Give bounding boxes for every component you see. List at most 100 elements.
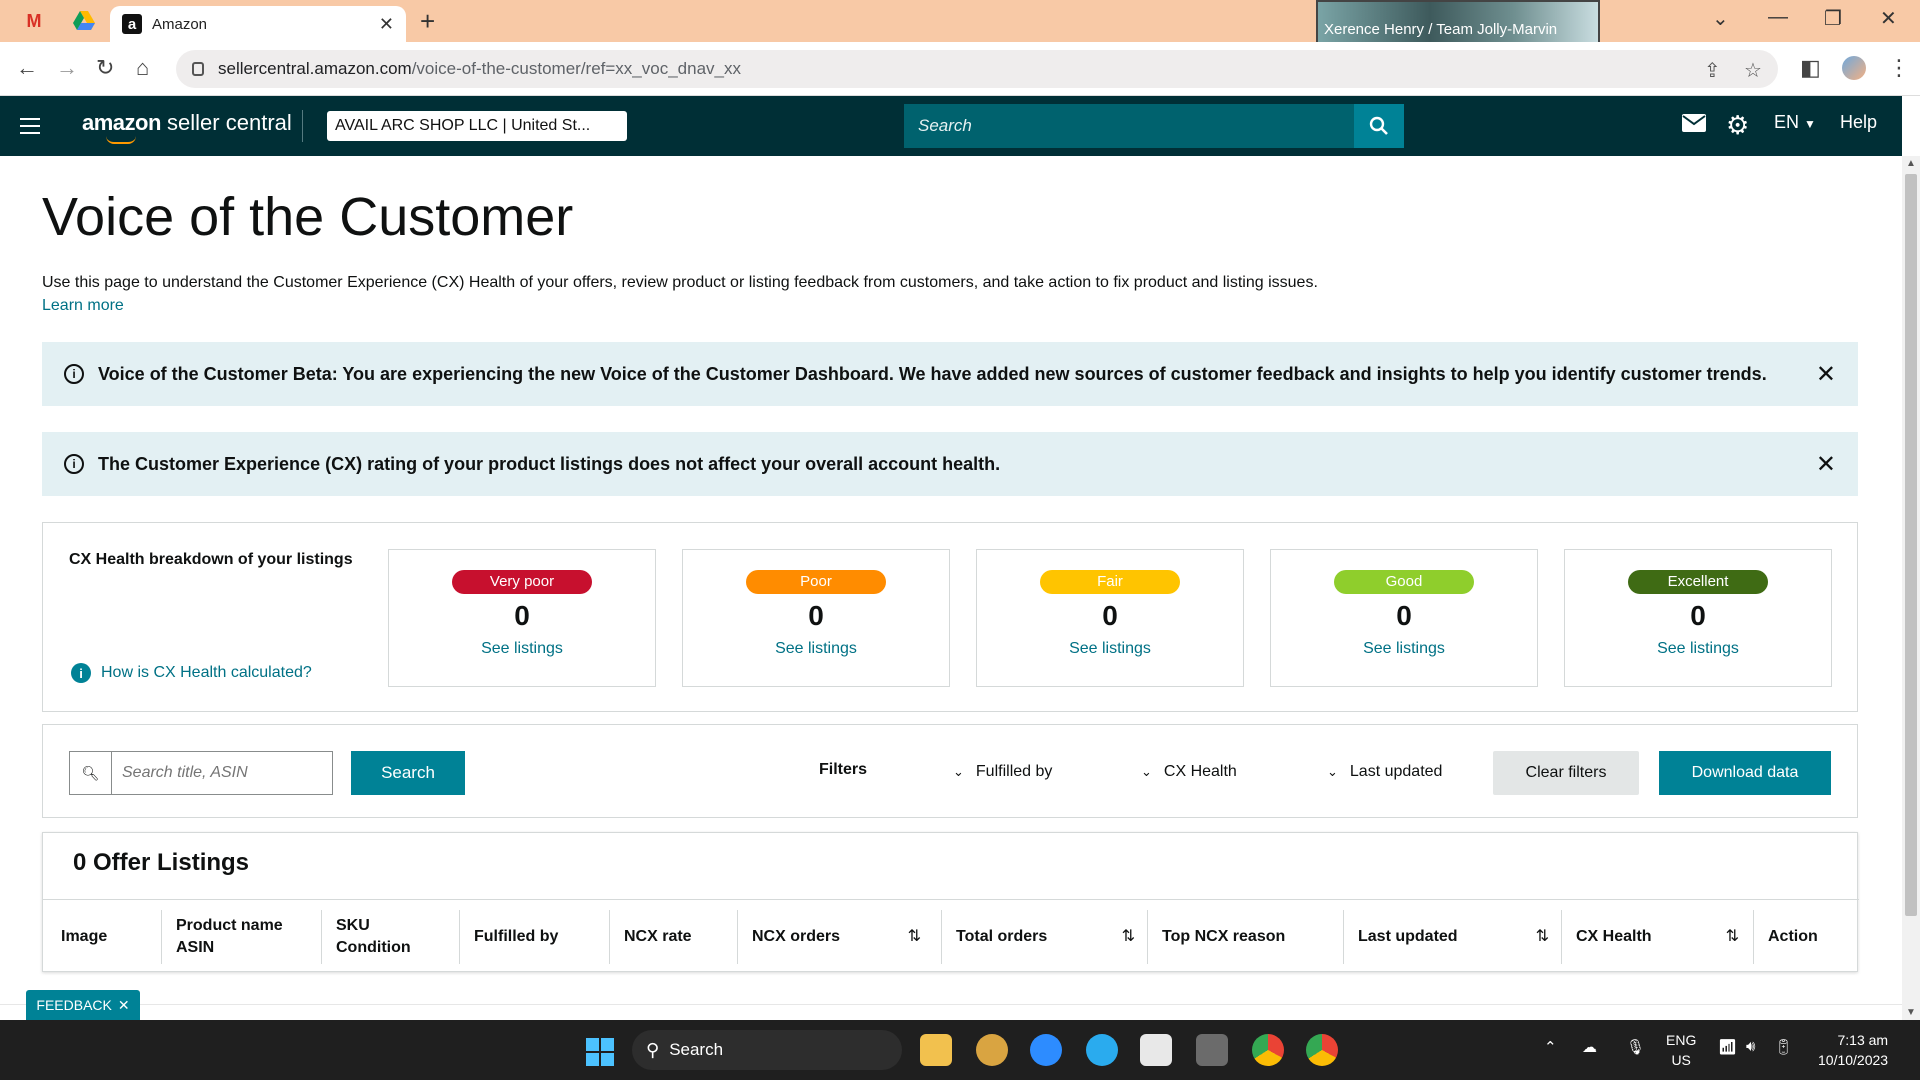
page-scrollbar[interactable]: ▲ ▼	[1902, 156, 1920, 1020]
browser-menu-icon[interactable]: ⋮	[1888, 55, 1910, 81]
download-data-button[interactable]: Download data	[1659, 751, 1831, 795]
cx-health-calc-label: How is CX Health calculated?	[101, 664, 312, 681]
learn-more-link[interactable]: Learn more	[42, 297, 124, 315]
listings-title: 0 Offer Listings	[73, 849, 250, 876]
amazon-smile-icon	[106, 136, 136, 144]
scrollbar-thumb[interactable]	[1905, 174, 1917, 916]
chrome-icon[interactable]	[1252, 1034, 1284, 1066]
cx-health-breakdown: CX Health breakdown of your listings i H…	[42, 522, 1858, 712]
see-listings-link[interactable]: See listings	[1565, 640, 1831, 658]
microphone-icon[interactable]: 🎙︎	[1626, 1038, 1645, 1056]
column-header-image: Image	[61, 910, 161, 964]
file-explorer-icon[interactable]	[920, 1034, 952, 1066]
new-tab-button[interactable]: +	[420, 6, 435, 37]
lock-icon[interactable]	[192, 62, 204, 76]
cx-health-calc-link[interactable]: i How is CX Health calculated?	[71, 663, 312, 683]
onedrive-cloud-icon[interactable]: ☁	[1582, 1038, 1597, 1056]
video-call-thumbnail[interactable]: Xerence Henry / Team Jolly-Marvin	[1316, 0, 1600, 46]
share-icon[interactable]: ⇪	[1704, 58, 1721, 83]
search-icon: ⚲	[646, 1039, 660, 1060]
app-icon[interactable]	[976, 1034, 1008, 1066]
fulfilled-by-dropdown[interactable]: ⌄ Fulfilled by	[953, 763, 1052, 781]
see-listings-link[interactable]: See listings	[683, 640, 949, 658]
bookmark-star-icon[interactable]: ☆	[1744, 58, 1762, 83]
info-icon: i	[64, 364, 84, 384]
column-header-total-orders[interactable]: Total orders ⇅	[941, 910, 1147, 964]
hamburger-menu-icon[interactable]	[20, 118, 40, 139]
windows-start-icon[interactable]	[586, 1038, 614, 1066]
listing-search-button[interactable]: Search	[351, 751, 465, 795]
chevron-up-icon[interactable]: ⌃	[1544, 1038, 1557, 1056]
url-domain: sellercentral.amazon.com	[218, 59, 412, 78]
column-header-ncx-orders[interactable]: NCX orders ⇅	[737, 910, 933, 964]
scroll-up-icon[interactable]: ▲	[1906, 158, 1916, 169]
forward-icon[interactable]: →	[56, 55, 78, 81]
mail-icon[interactable]	[1682, 114, 1706, 137]
close-icon[interactable]: ✕	[118, 997, 130, 1014]
home-icon[interactable]: ⌂	[136, 55, 149, 81]
seller-central-logo[interactable]: amazon seller central	[82, 110, 292, 144]
rating-card-fair: Fair 0 See listings	[976, 549, 1244, 687]
address-bar[interactable]: sellercentral.amazon.com /voice-of-the-c…	[176, 50, 1778, 88]
chrome-profile-icon[interactable]	[1306, 1034, 1338, 1066]
column-header-last-updated[interactable]: Last updated ⇅	[1343, 910, 1561, 964]
column-header-cx-health[interactable]: CX Health ⇅	[1561, 910, 1751, 964]
telegram-icon[interactable]	[1086, 1034, 1118, 1066]
close-window-icon[interactable]: ✕	[1880, 6, 1897, 31]
side-panel-icon[interactable]: ◧	[1800, 55, 1821, 81]
clock[interactable]: 7:13 am 10/10/2023	[1818, 1030, 1888, 1070]
see-listings-link[interactable]: See listings	[977, 640, 1243, 658]
close-icon[interactable]: ✕	[1816, 360, 1836, 389]
language-selector[interactable]: EN ▼	[1774, 112, 1816, 133]
sort-icon[interactable]: ⇅	[1122, 926, 1135, 948]
calculator-icon[interactable]	[1196, 1034, 1228, 1066]
feedback-label: FEEDBACK	[36, 997, 112, 1013]
sort-icon[interactable]: ⇅	[1726, 926, 1739, 948]
tab-close-icon[interactable]: ✕	[379, 14, 394, 35]
column-header-ncx-rate[interactable]: NCX rate	[609, 910, 737, 964]
reload-icon[interactable]: ↻	[96, 55, 114, 81]
google-drive-tab-icon[interactable]	[72, 9, 96, 33]
battery-icon[interactable]: 🔋︎	[1774, 1038, 1793, 1056]
column-header-product-name[interactable]: Product name ASIN	[161, 910, 321, 964]
dropdown-label: Last updated	[1349, 763, 1443, 780]
column-header-fulfilled-by[interactable]: Fulfilled by	[459, 910, 609, 964]
tab-search-chevron-icon[interactable]: ⌄	[1712, 6, 1729, 31]
cx-health-dropdown[interactable]: ⌄ CX Health	[1141, 763, 1237, 781]
profile-avatar[interactable]	[1842, 56, 1866, 80]
settings-gear-icon[interactable]: ⚙	[1726, 110, 1749, 141]
scroll-down-icon[interactable]: ▼	[1906, 1007, 1916, 1018]
store-selector[interactable]: AVAIL ARC SHOP LLC | United St...	[327, 111, 627, 141]
volume-icon[interactable]: 🔊︎	[1746, 1038, 1755, 1055]
column-label: Last updated	[1358, 928, 1458, 945]
back-icon[interactable]: ←	[16, 55, 38, 81]
column-header-top-ncx-reason[interactable]: Top NCX reason	[1147, 910, 1343, 964]
rating-count: 0	[1396, 600, 1412, 631]
snipping-tool-icon[interactable]	[1140, 1034, 1172, 1066]
help-link[interactable]: Help	[1840, 112, 1877, 133]
clock-date: 10/10/2023	[1818, 1052, 1889, 1068]
wifi-icon[interactable]: 📶︎	[1718, 1038, 1737, 1056]
header-search-input[interactable]	[904, 104, 1354, 148]
tab-amazon[interactable]: a Amazon ✕	[110, 6, 406, 42]
close-icon[interactable]: ✕	[1816, 450, 1836, 479]
zoom-icon[interactable]	[1030, 1034, 1062, 1066]
header-search-button[interactable]	[1354, 104, 1404, 148]
clear-filters-button[interactable]: Clear filters	[1493, 751, 1639, 795]
column-header-sku[interactable]: SKU Condition	[321, 910, 449, 964]
filters-label: Filters	[819, 761, 868, 778]
sort-icon[interactable]: ⇅	[908, 926, 921, 948]
feedback-tab[interactable]: FEEDBACK ✕	[26, 990, 140, 1020]
column-sublabel: Condition	[336, 939, 411, 956]
see-listings-link[interactable]: See listings	[1271, 640, 1537, 658]
restore-icon[interactable]: ❐	[1824, 6, 1842, 31]
video-call-label: Xerence Henry / Team Jolly-Marvin	[1324, 21, 1558, 38]
listing-search-input[interactable]	[111, 751, 333, 795]
see-listings-link[interactable]: See listings	[389, 640, 655, 658]
taskbar-search[interactable]: ⚲ Search	[632, 1030, 902, 1070]
last-updated-dropdown[interactable]: ⌄ Last updated	[1327, 763, 1442, 781]
minimize-icon[interactable]: —	[1768, 6, 1788, 29]
gmail-tab-icon[interactable]: M	[22, 9, 46, 33]
sort-icon[interactable]: ⇅	[1536, 926, 1549, 948]
language-indicator[interactable]: ENG US	[1666, 1030, 1696, 1070]
